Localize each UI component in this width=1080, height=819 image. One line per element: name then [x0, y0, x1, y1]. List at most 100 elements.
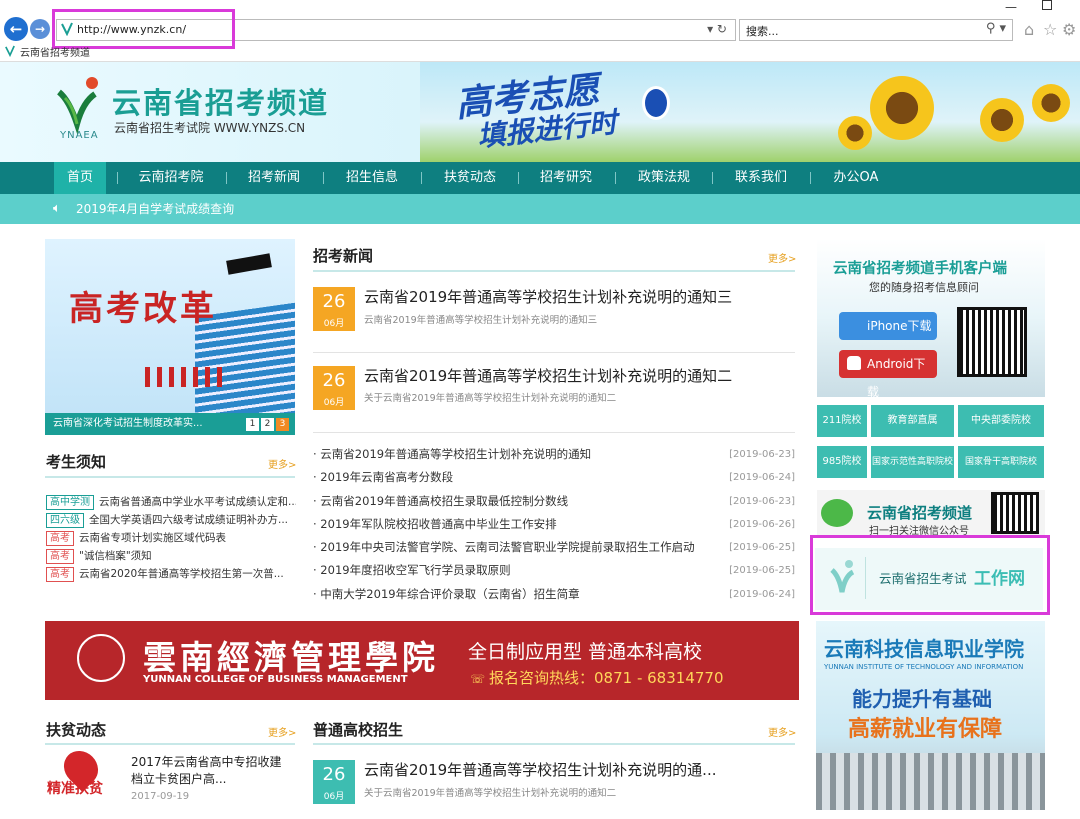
poverty-logo: 精准扶贫: [45, 743, 119, 804]
news-list-item[interactable]: · 中南大学2019年综合评价录取（云南省）招生简章 [2019-06-24]: [313, 583, 795, 606]
news-date-badge: 26 06月: [313, 287, 355, 331]
poverty-news-date: 2017-09-19: [131, 791, 190, 802]
news-link[interactable]: · 中南大学2019年综合评价录取（云南省）招生简章: [313, 587, 580, 601]
nav-contact[interactable]: 联系我们: [725, 162, 797, 194]
ynic-slogan-1: 能力提升有基础: [852, 687, 992, 711]
news-heading: 招考新闻: [313, 247, 374, 265]
news-link[interactable]: · 2019年军队院校招收普通高中毕业生工作安排: [313, 517, 557, 531]
tile-985[interactable]: 985院校: [817, 446, 867, 478]
maximize-icon[interactable]: [1042, 0, 1052, 10]
list-item[interactable]: 四六级 全国大学英语四六级考试成绩证明补办方...: [46, 511, 296, 529]
college-news-title[interactable]: 云南省2019年普通高等学校招生计划补充说明的通...: [364, 759, 716, 780]
news-list-item[interactable]: · 2019年度招收空军飞行学员录取原则 [2019-06-25]: [313, 559, 795, 582]
divider: [45, 743, 295, 745]
list-item[interactable]: 高中学测 云南省普通高中学业水平考试成绩认定和...: [46, 493, 296, 511]
news-link[interactable]: · 2019年云南省高考分数段: [313, 470, 453, 484]
sunflower-icon: [870, 76, 934, 140]
list-item[interactable]: 高考 云南省2020年普通高等学校招生第一次普...: [46, 565, 296, 583]
url-highlight-box: [52, 9, 235, 49]
date-month: 06月: [323, 319, 345, 329]
sunflower-icon: [838, 116, 872, 150]
poverty-more-link[interactable]: 更多>: [268, 724, 296, 739]
search-placeholder: 搜索...: [746, 25, 779, 38]
app-promo-title: 云南省招考频道手机客户端: [833, 261, 1007, 277]
ynbm-college-ad[interactable]: 雲南經濟管理學院 YUNNAN COLLEGE OF BUSINESS MANA…: [45, 621, 799, 700]
nav-divider: [421, 172, 422, 184]
ynic-name: 云南科技信息职业学院: [824, 637, 1024, 661]
news-date: [2019-06-25]: [729, 565, 795, 577]
news-link[interactable]: · 云南省2019年普通高校招生录取最低控制分数线: [313, 494, 568, 508]
slide-page-2[interactable]: 2: [261, 418, 274, 431]
back-icon[interactable]: ←: [4, 17, 28, 41]
wechat-subtitle: 扫一扫关注微信公众号: [869, 526, 969, 536]
news-list-item[interactable]: · 云南省2019年普通高校招生录取最低控制分数线 [2019-06-23]: [313, 490, 795, 513]
nav-office-oa[interactable]: 办公OA: [822, 162, 890, 194]
featured-news-title[interactable]: 云南省2019年普通高等学校招生计划补充说明的通知三: [364, 286, 732, 307]
slide-page-1[interactable]: 1: [246, 418, 259, 431]
tile-model-vocational[interactable]: 国家示范性高职院校: [871, 446, 954, 478]
date-day: 26: [322, 291, 346, 312]
poverty-logo-text: 精准扶贫: [47, 781, 103, 797]
news-list-item[interactable]: · 2019年中央司法警官学院、云南司法警官职业学院提前录取招生工作启动 [201…: [313, 536, 795, 559]
news-list-item[interactable]: · 2019年云南省高考分数段 [2019-06-24]: [313, 466, 795, 489]
ad-college-english: YUNNAN COLLEGE OF BUSINESS MANAGEMENT: [143, 674, 408, 685]
poverty-news-title[interactable]: 2017年云南省高中专招收建档立卡贫困户高...: [131, 754, 291, 788]
news-link[interactable]: · 2019年中央司法警官学院、云南司法警官职业学院提前录取招生工作启动: [313, 540, 695, 554]
news-more-link[interactable]: 更多>: [768, 250, 796, 265]
refresh-icon[interactable]: ▾ ↻: [707, 22, 727, 36]
news-list: · 云南省2019年普通高等学校招生计划补充说明的通知 [2019-06-23] …: [313, 443, 795, 606]
news-list-item[interactable]: · 2019年军队院校招收普通高中毕业生工作安排 [2019-06-26]: [313, 513, 795, 536]
ynic-english: YUNNAN INSTITUTE OF TECHNOLOGY AND INFOR…: [824, 663, 1024, 671]
list-item[interactable]: 高考 云南省专项计划实施区域代码表: [46, 529, 296, 547]
tile-moe[interactable]: 教育部直属: [871, 405, 954, 437]
settings-gear-icon[interactable]: ⚙: [1062, 20, 1076, 39]
list-item[interactable]: 高考 "诚信档案"须知: [46, 547, 296, 565]
tile-211[interactable]: 211院校: [817, 405, 867, 437]
featured-news-title[interactable]: 云南省2019年普通高等学校招生计划补充说明的通知二: [364, 365, 732, 386]
nav-home[interactable]: 首页: [54, 162, 106, 194]
search-icon[interactable]: ⚲ ▾: [986, 21, 1006, 36]
iphone-download-button[interactable]: iPhone下载: [839, 312, 937, 340]
home-icon[interactable]: ⌂: [1024, 20, 1034, 39]
news-link[interactable]: · 2019年度招收空军飞行学员录取原则: [313, 563, 511, 577]
tile-backbone-vocational[interactable]: 国家骨干高职院校: [958, 446, 1044, 478]
app-promo-subtitle: 您的随身招考信息顾问: [869, 281, 979, 294]
nav-news[interactable]: 招考新闻: [238, 162, 310, 194]
nav-policy[interactable]: 政策法规: [628, 162, 700, 194]
iphone-download-label: iPhone下载: [867, 319, 932, 333]
android-download-button[interactable]: Android下载: [839, 350, 937, 399]
colleges-more-link[interactable]: 更多>: [768, 724, 796, 739]
news-list-item[interactable]: · 云南省2019年普通高等学校招生计划补充说明的通知 [2019-06-23]: [313, 443, 795, 466]
list-item-text: 云南省专项计划实施区域代码表: [79, 532, 226, 544]
category-tag: 高考: [46, 531, 74, 546]
reform-slideshow[interactable]: 高考改革 云南省深化考试招生制度改革实... 1 2 3: [45, 239, 295, 435]
browser-tab[interactable]: 云南省招考频道: [0, 44, 290, 60]
runners-image: [145, 367, 225, 387]
wechat-promo[interactable]: 云南省招考频道 扫一扫关注微信公众号: [817, 490, 1045, 538]
nav-poverty[interactable]: 扶贫动态: [434, 162, 506, 194]
news-link[interactable]: · 云南省2019年普通高等学校招生计划补充说明的通知: [313, 447, 591, 461]
search-box[interactable]: 搜索... ⚲ ▾: [739, 19, 1013, 41]
divider: [313, 352, 795, 353]
date-month: 06月: [323, 398, 345, 408]
tab-favicon-icon: [5, 45, 15, 57]
android-icon: [847, 356, 861, 370]
nav-exam-authority[interactable]: 云南招考院: [128, 162, 214, 194]
colleges-heading: 普通高校招生: [313, 721, 404, 739]
nav-divider: [226, 172, 227, 184]
list-item-text: 云南省普通高中学业水平考试成绩认定和...: [99, 496, 296, 508]
forward-icon[interactable]: →: [30, 19, 50, 39]
ynic-college-ad[interactable]: 云南科技信息职业学院 YUNNAN INSTITUTE OF TECHNOLOG…: [816, 621, 1045, 810]
nav-research[interactable]: 招考研究: [530, 162, 602, 194]
reform-title: 高考改革: [69, 289, 217, 329]
notes-more-link[interactable]: 更多>: [268, 456, 296, 471]
nav-admissions[interactable]: 招生信息: [336, 162, 408, 194]
slide-page-3[interactable]: 3: [276, 418, 289, 431]
favorites-star-icon[interactable]: ☆: [1043, 20, 1057, 39]
minimize-icon[interactable]: —: [1005, 0, 1017, 14]
college-news-summary: 关于云南省2019年普通高等学校招生计划补充说明的通知二: [364, 788, 617, 799]
news-date-badge: 26 06月: [313, 366, 355, 410]
notice-link[interactable]: 2019年4月自学考试成绩查询: [76, 194, 234, 224]
nav-divider: [712, 172, 713, 184]
tile-central-ministries[interactable]: 中央部委院校: [958, 405, 1044, 437]
